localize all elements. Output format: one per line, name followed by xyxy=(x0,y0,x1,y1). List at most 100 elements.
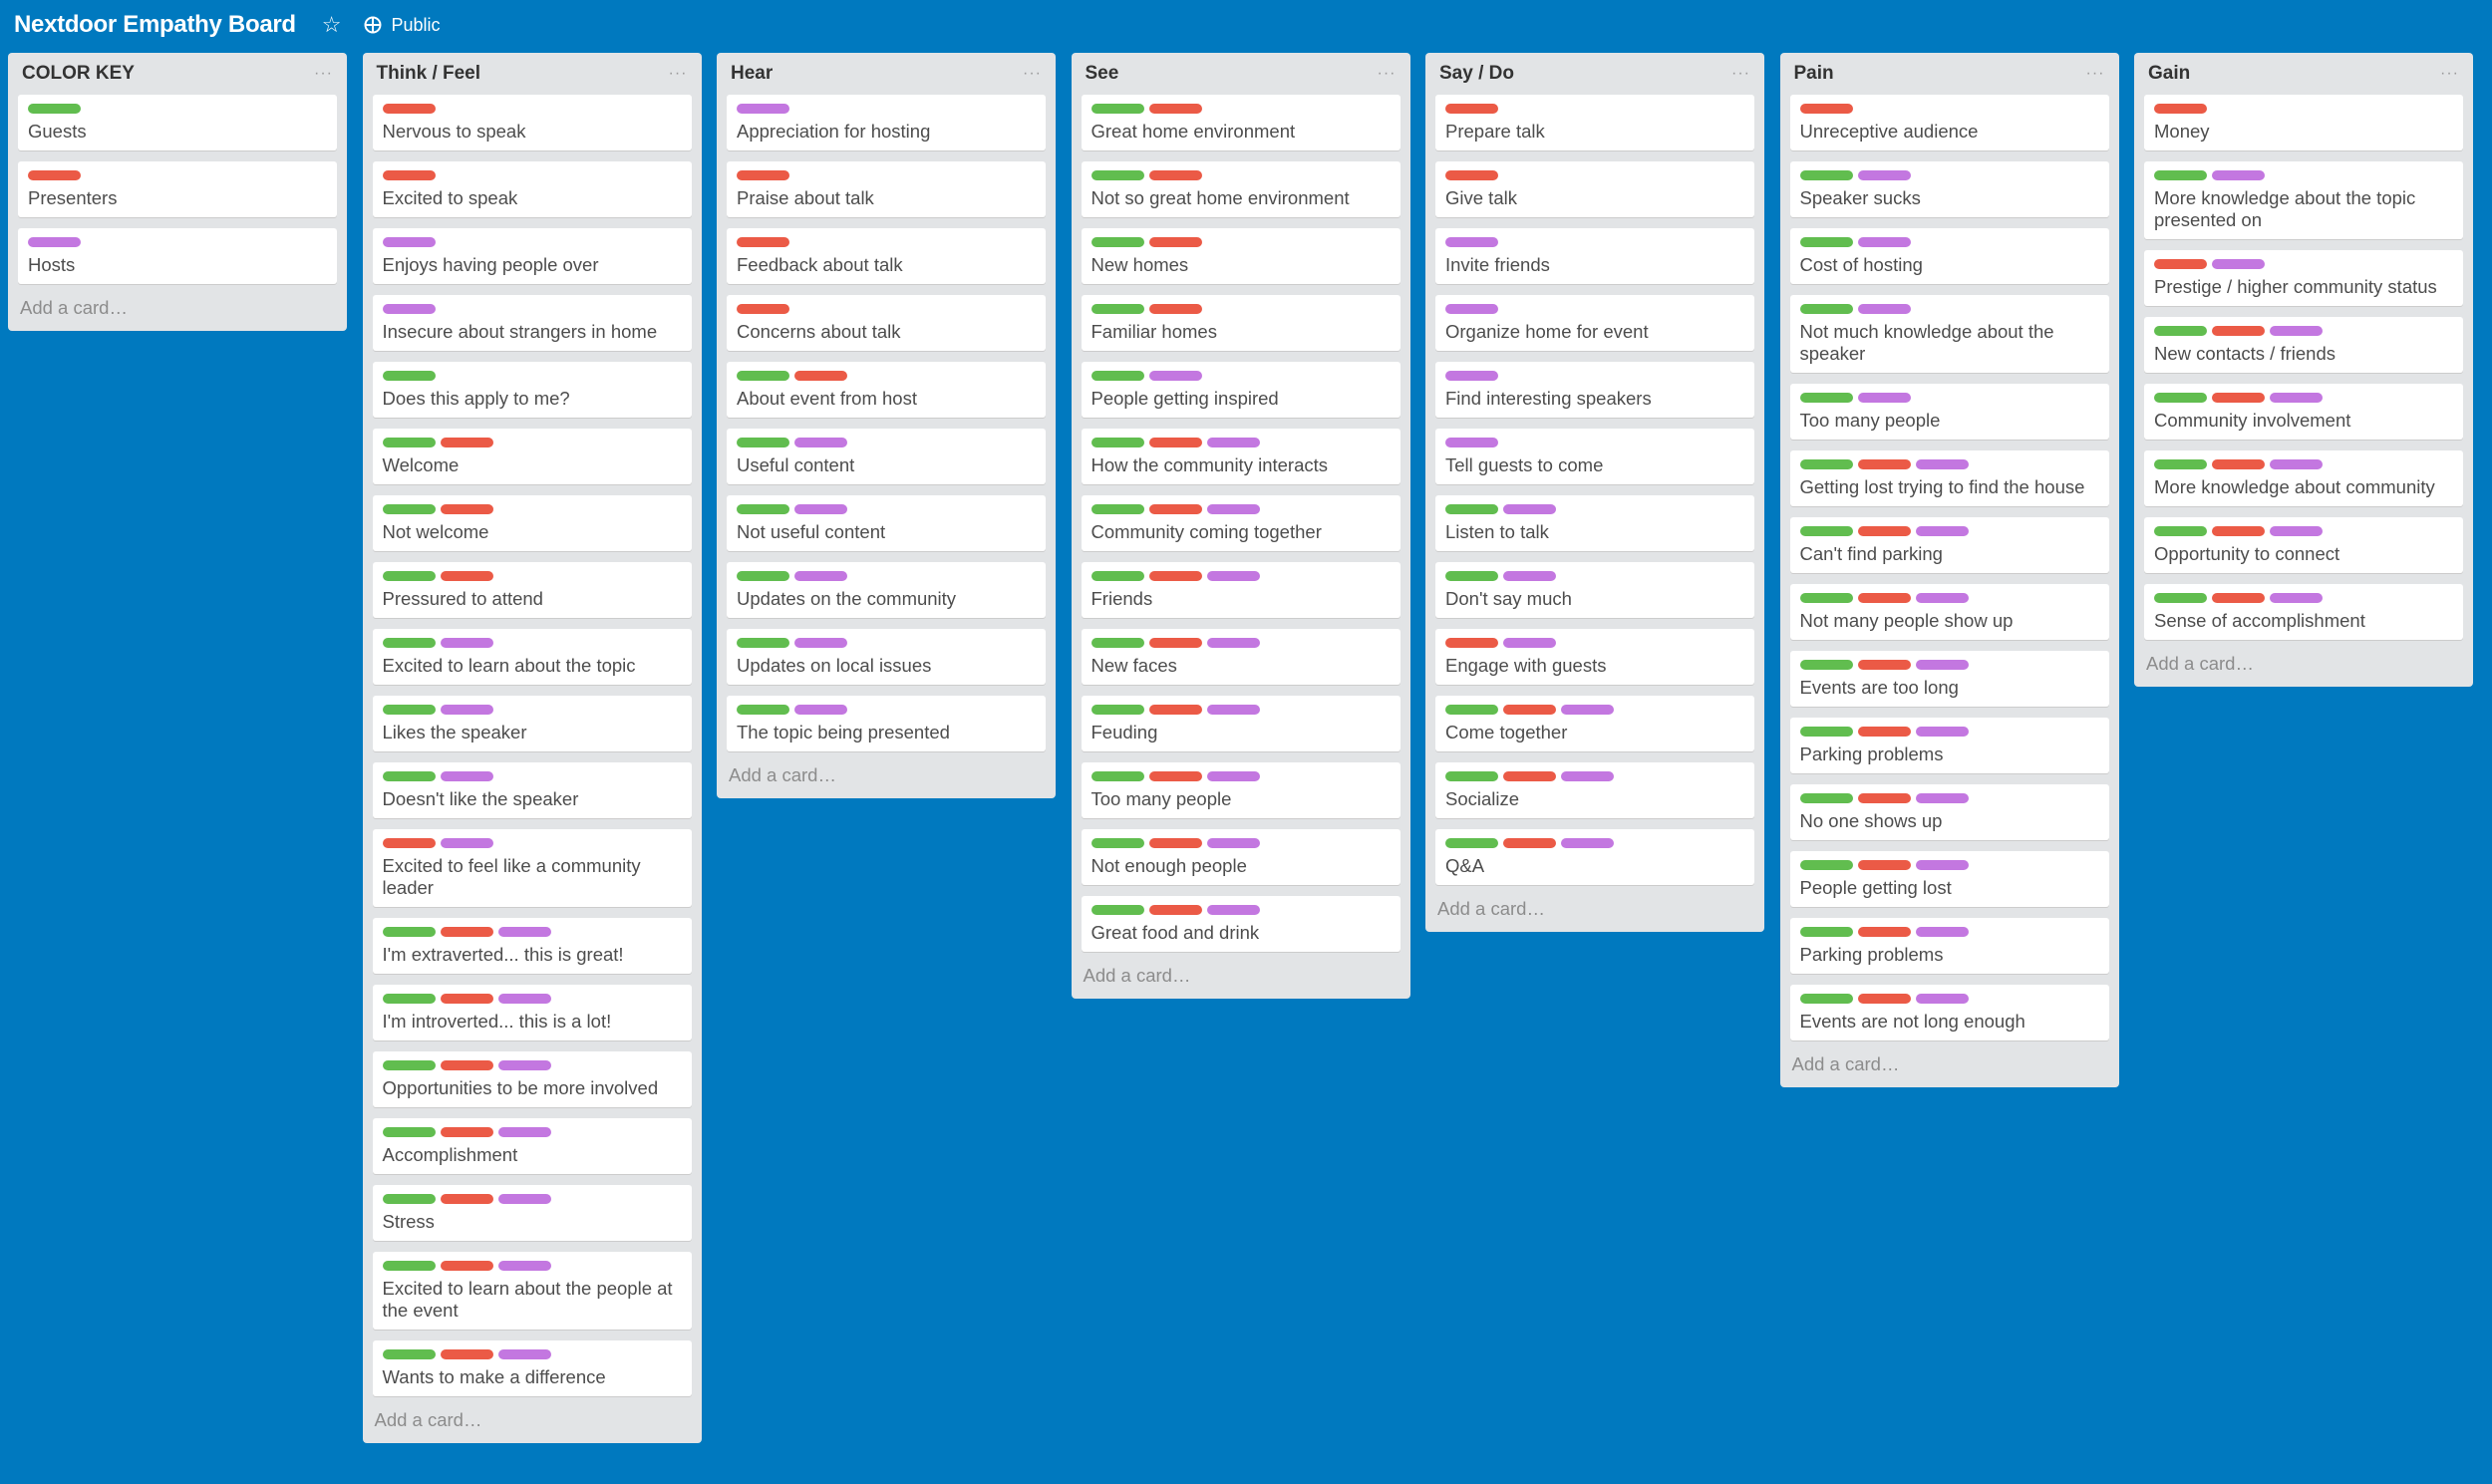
card[interactable]: Events are not long enough xyxy=(1789,985,2109,1040)
card[interactable]: No one shows up xyxy=(1789,784,2109,840)
card[interactable]: New contacts / friends xyxy=(2144,317,2463,373)
list-title[interactable]: Gain xyxy=(2148,63,2190,85)
card[interactable]: Prepare talk xyxy=(1435,95,1754,150)
card[interactable]: Invite friends xyxy=(1435,228,1754,284)
card[interactable]: I'm extraverted... this is great! xyxy=(372,918,692,974)
card[interactable]: Excited to learn about the topic xyxy=(372,629,692,685)
add-card-button[interactable]: Add a card… xyxy=(373,1407,692,1443)
card[interactable]: Organize home for event xyxy=(1435,295,1754,351)
card[interactable]: Getting lost trying to find the house xyxy=(1789,450,2109,506)
card[interactable]: Praise about talk xyxy=(727,161,1046,217)
card[interactable]: Can't find parking xyxy=(1789,517,2109,573)
visibility-button[interactable]: Public xyxy=(364,15,441,36)
card[interactable]: Engage with guests xyxy=(1435,629,1754,685)
card[interactable]: Updates on local issues xyxy=(727,629,1046,685)
card[interactable]: Q&A xyxy=(1435,829,1754,885)
card[interactable]: Appreciation for hosting xyxy=(727,95,1046,150)
card[interactable]: Stress xyxy=(372,1185,692,1241)
card[interactable]: People getting lost xyxy=(1789,851,2109,907)
card[interactable]: More knowledge about community xyxy=(2144,450,2463,506)
card[interactable]: New faces xyxy=(1081,629,1401,685)
board-title[interactable]: Nextdoor Empathy Board xyxy=(14,11,296,39)
card[interactable]: Not useful content xyxy=(727,495,1046,551)
card[interactable]: Community involvement xyxy=(2144,384,2463,440)
list-title[interactable]: Think / Feel xyxy=(377,63,481,85)
card[interactable]: New homes xyxy=(1081,228,1401,284)
list-menu-icon[interactable]: ··· xyxy=(1378,65,1397,83)
card[interactable]: How the community interacts xyxy=(1081,429,1401,484)
card[interactable]: Come together xyxy=(1435,696,1754,751)
card[interactable]: Socialize xyxy=(1435,762,1754,818)
card[interactable]: More knowledge about the topic presented… xyxy=(2144,161,2463,239)
card[interactable]: Too many people xyxy=(1081,762,1401,818)
card[interactable]: Find interesting speakers xyxy=(1435,362,1754,418)
list-title[interactable]: COLOR KEY xyxy=(22,63,135,85)
list-menu-icon[interactable]: ··· xyxy=(314,65,333,83)
card[interactable]: Excited to speak xyxy=(372,161,692,217)
card[interactable]: Updates on the community xyxy=(727,562,1046,618)
card[interactable]: Useful content xyxy=(727,429,1046,484)
list-title[interactable]: See xyxy=(1086,63,1119,85)
card[interactable]: Familiar homes xyxy=(1081,295,1401,351)
card[interactable]: Not much knowledge about the speaker xyxy=(1789,295,2109,373)
list-menu-icon[interactable]: ··· xyxy=(1731,65,1750,83)
card[interactable]: Not welcome xyxy=(372,495,692,551)
card[interactable]: Feedback about talk xyxy=(727,228,1046,284)
card[interactable]: Guests xyxy=(18,95,337,150)
card[interactable]: Excited to learn about the people at the… xyxy=(372,1252,692,1330)
add-card-button[interactable]: Add a card… xyxy=(18,295,337,331)
list-menu-icon[interactable]: ··· xyxy=(2086,65,2105,83)
list-title[interactable]: Pain xyxy=(1794,63,1834,85)
list-title[interactable]: Hear xyxy=(731,63,773,85)
card[interactable]: Feuding xyxy=(1081,696,1401,751)
add-card-button[interactable]: Add a card… xyxy=(1082,963,1401,999)
card[interactable]: Opportunity to connect xyxy=(2144,517,2463,573)
card[interactable]: Sense of accomplishment xyxy=(2144,584,2463,640)
card[interactable]: The topic being presented xyxy=(727,696,1046,751)
card[interactable]: Hosts xyxy=(18,228,337,284)
card[interactable]: Not enough people xyxy=(1081,829,1401,885)
card[interactable]: Speaker sucks xyxy=(1789,161,2109,217)
card[interactable]: Insecure about strangers in home xyxy=(372,295,692,351)
card[interactable]: Great food and drink xyxy=(1081,896,1401,952)
card[interactable]: Presenters xyxy=(18,161,337,217)
add-card-button[interactable]: Add a card… xyxy=(2144,651,2463,687)
card[interactable]: Doesn't like the speaker xyxy=(372,762,692,818)
card[interactable]: Tell guests to come xyxy=(1435,429,1754,484)
add-card-button[interactable]: Add a card… xyxy=(727,762,1046,798)
card[interactable]: Concerns about talk xyxy=(727,295,1046,351)
card[interactable]: Not so great home environment xyxy=(1081,161,1401,217)
card[interactable]: Likes the speaker xyxy=(372,696,692,751)
card[interactable]: Enjoys having people over xyxy=(372,228,692,284)
card[interactable]: Community coming together xyxy=(1081,495,1401,551)
card[interactable]: Unreceptive audience xyxy=(1789,95,2109,150)
card[interactable]: Wants to make a difference xyxy=(372,1340,692,1396)
card[interactable]: Prestige / higher community status xyxy=(2144,250,2463,306)
list-menu-icon[interactable]: ··· xyxy=(669,65,688,83)
card[interactable]: Parking problems xyxy=(1789,718,2109,773)
card[interactable]: Nervous to speak xyxy=(372,95,692,150)
card[interactable]: Events are too long xyxy=(1789,651,2109,707)
card[interactable]: Excited to feel like a community leader xyxy=(372,829,692,907)
card[interactable]: I'm introverted... this is a lot! xyxy=(372,985,692,1040)
card[interactable]: About event from host xyxy=(727,362,1046,418)
card[interactable]: People getting inspired xyxy=(1081,362,1401,418)
add-card-button[interactable]: Add a card… xyxy=(1435,896,1754,932)
card[interactable]: Don't say much xyxy=(1435,562,1754,618)
card[interactable]: Give talk xyxy=(1435,161,1754,217)
card[interactable]: Too many people xyxy=(1789,384,2109,440)
star-icon[interactable]: ☆ xyxy=(322,12,342,38)
card[interactable]: Parking problems xyxy=(1789,918,2109,974)
card[interactable]: Does this apply to me? xyxy=(372,362,692,418)
add-card-button[interactable]: Add a card… xyxy=(1790,1051,2109,1087)
list-title[interactable]: Say / Do xyxy=(1439,63,1514,85)
card[interactable]: Pressured to attend xyxy=(372,562,692,618)
list-menu-icon[interactable]: ··· xyxy=(1023,65,1042,83)
card[interactable]: Not many people show up xyxy=(1789,584,2109,640)
card[interactable]: Welcome xyxy=(372,429,692,484)
card[interactable]: Friends xyxy=(1081,562,1401,618)
card[interactable]: Listen to talk xyxy=(1435,495,1754,551)
card[interactable]: Great home environment xyxy=(1081,95,1401,150)
card[interactable]: Money xyxy=(2144,95,2463,150)
card[interactable]: Opportunities to be more involved xyxy=(372,1051,692,1107)
